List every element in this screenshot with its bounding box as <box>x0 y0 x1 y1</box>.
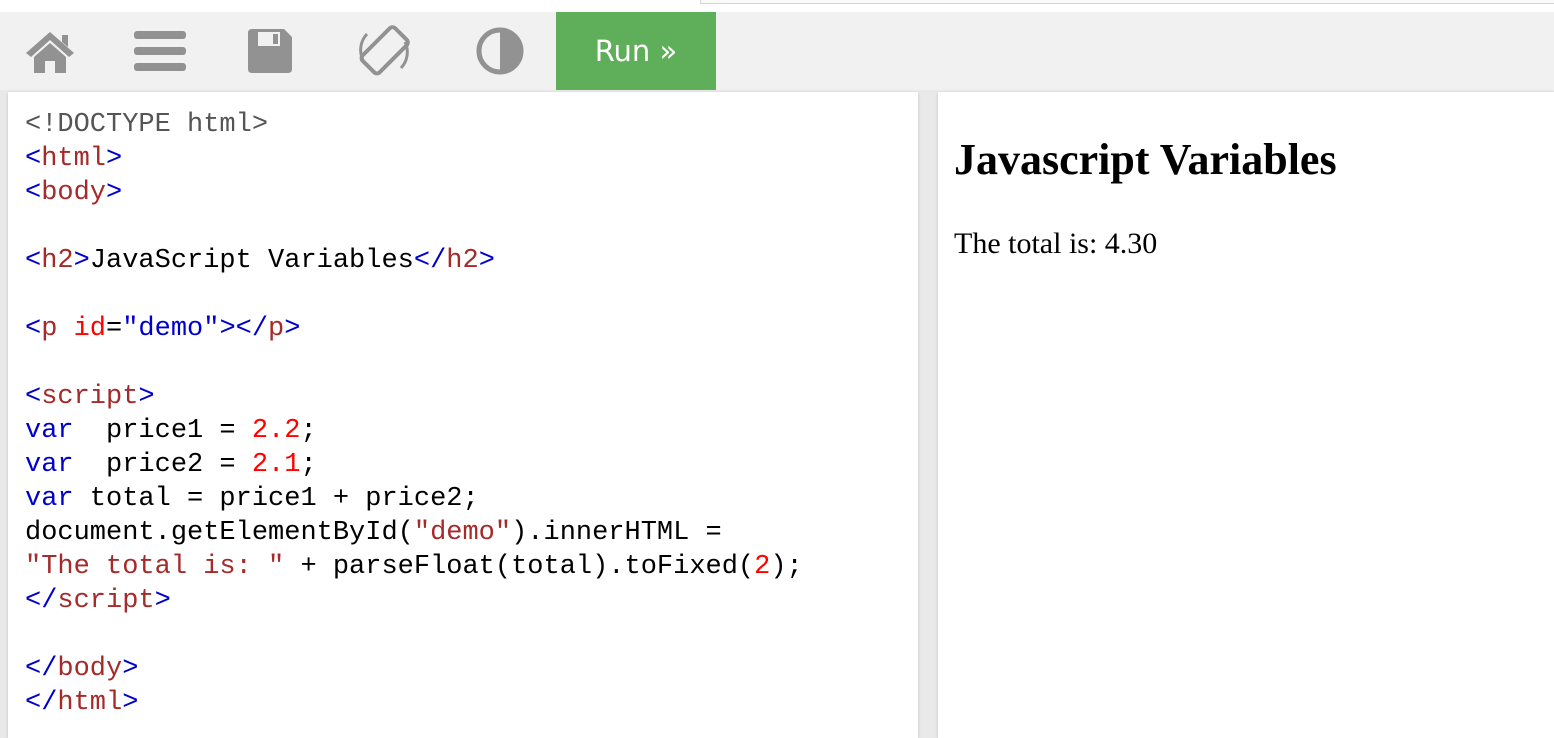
menu-icon <box>134 31 186 71</box>
code-token: ).innerHTML = <box>511 518 722 548</box>
code-line: </script> <box>25 584 803 618</box>
code-token: ; <box>300 416 317 446</box>
code-token: price1 = <box>73 416 252 446</box>
code-token: body <box>41 178 107 208</box>
code-line: <html> <box>25 142 803 176</box>
run-button[interactable]: Run » <box>556 12 716 90</box>
code-token: "demo" <box>122 314 220 344</box>
code-token: < <box>25 246 42 276</box>
code-line: "The total is: " + parseFloat(total).toF… <box>25 550 803 584</box>
code-token: script <box>41 382 139 412</box>
code-token: "The total is: " <box>25 552 285 582</box>
top-strip <box>0 0 1554 12</box>
code-token: > <box>284 314 301 344</box>
code-token: > <box>73 246 90 276</box>
code-line: </body> <box>25 652 803 686</box>
code-editor[interactable]: <!DOCTYPE html> <html> <body> <h2>JavaScri… <box>8 92 918 738</box>
code-line: <body> <box>25 176 803 210</box>
result-pane: Javascript Variables The total is: 4.30 <box>938 92 1554 738</box>
code-token: > <box>106 178 123 208</box>
result-text: The total is: 4.30 <box>954 227 1158 260</box>
code-token: id <box>73 314 107 344</box>
code-token: script <box>57 586 155 616</box>
code-line: var total = price1 + price2; <box>25 482 803 516</box>
code-token: 2 <box>754 552 771 582</box>
code-token: html <box>41 144 107 174</box>
code-line: document.getElementById("demo").innerHTM… <box>25 516 803 550</box>
contrast-button[interactable] <box>450 12 550 90</box>
code-token: ; <box>300 450 317 480</box>
save-button[interactable] <box>220 12 320 90</box>
code-token: total = price1 + price2; <box>73 484 479 514</box>
code-token: + parseFloat(total).toFixed( <box>284 552 755 582</box>
code-token: price2 = <box>73 450 252 480</box>
code-token: ); <box>770 552 803 582</box>
code-line: <!DOCTYPE html> <box>25 108 803 142</box>
code-token: 2.1 <box>251 450 301 480</box>
code-token: var <box>25 416 74 446</box>
code-token: body <box>57 654 123 684</box>
rotate-icon <box>359 25 410 76</box>
code-token: < <box>25 382 42 412</box>
contrast-icon <box>476 27 524 75</box>
code-line: </html> <box>25 686 803 720</box>
home-button[interactable] <box>0 12 100 90</box>
code-token: p <box>268 314 285 344</box>
code-token: > <box>154 586 171 616</box>
code-token: var <box>25 484 74 514</box>
code-token: </ <box>25 688 58 718</box>
code-token: h2 <box>446 246 479 276</box>
top-strip-edge <box>700 0 1554 4</box>
code-token: > <box>122 688 139 718</box>
code-line: <script> <box>25 380 803 414</box>
code-token: var <box>25 450 74 480</box>
code-token: p <box>41 314 58 344</box>
code-token: </ <box>25 654 58 684</box>
result-title: Javascript Variables <box>954 135 1337 184</box>
code-line: var price2 = 2.1; <box>25 448 803 482</box>
code-line: var price1 = 2.2; <box>25 414 803 448</box>
code-line: <p id="demo"></p> <box>25 312 803 346</box>
home-icon <box>26 32 74 73</box>
code-token: </ <box>25 586 58 616</box>
code-token: = <box>106 314 123 344</box>
code-token: JavaScript Variables <box>89 246 414 276</box>
code-token: < <box>25 314 42 344</box>
code-token: h2 <box>41 246 74 276</box>
code-token: 2.2 <box>251 416 301 446</box>
code-token: < <box>25 178 42 208</box>
code-token: > <box>106 144 123 174</box>
save-icon <box>248 29 292 73</box>
code-token: < <box>25 144 42 174</box>
code-line: <h2>JavaScript Variables</h2> <box>25 244 803 278</box>
rotate-button[interactable] <box>334 12 434 90</box>
toolbar: Run » <box>0 12 1554 90</box>
code-token: "demo" <box>413 518 512 548</box>
code-content[interactable]: <!DOCTYPE html> <html> <body> <h2>JavaScri… <box>25 108 803 720</box>
code-token: </ <box>413 246 447 276</box>
code-token: document.getElementById( <box>25 518 414 548</box>
code-token: > <box>478 246 495 276</box>
code-token: > <box>138 382 155 412</box>
code-token: > <box>122 654 139 684</box>
code-token: <!DOCTYPE html> <box>25 110 269 140</box>
code-token: html <box>57 688 123 718</box>
menu-button[interactable] <box>110 12 210 90</box>
code-token: ></ <box>219 314 269 344</box>
